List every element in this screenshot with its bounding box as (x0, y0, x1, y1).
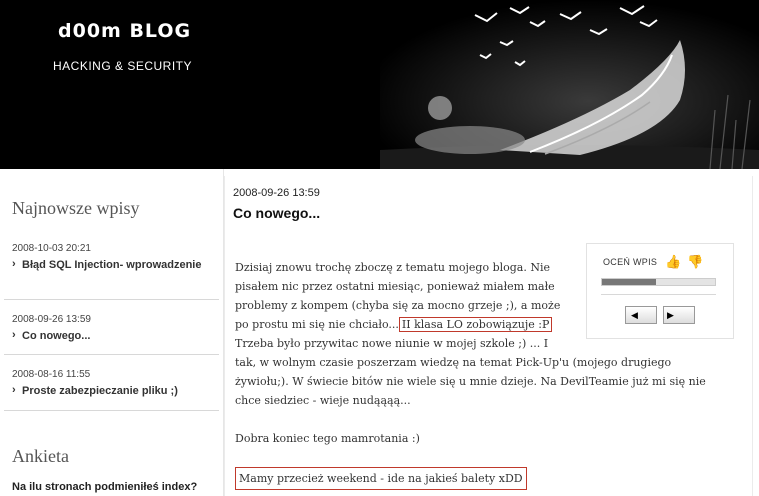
post-text: po prostu mi się nie chciało... (235, 318, 399, 331)
recent-posts-heading: Najnowsze wpisy (12, 198, 140, 218)
post-line: pisałem nic przez ostatni miesiąc, ponie… (235, 280, 555, 293)
divider (4, 354, 219, 355)
highlighted-text: II klasa LO zobowiązuje :P (398, 317, 553, 332)
recent-post-date: 2008-08-16 11:55 (12, 369, 91, 380)
recent-post-item: 2008-08-16 11:55 Proste zabezpieczanie p… (12, 369, 219, 399)
post-line: Mamy przecież weekend - ide na jakieś ba… (235, 467, 725, 490)
blog-header: d00m BLOG HACKING & SECURITY (0, 0, 759, 169)
divider (4, 410, 219, 411)
recent-post-link[interactable]: Proste zabezpieczanie pliku ;) (12, 383, 219, 399)
sidebar: Najnowsze wpisy 2008-10-03 20:21 Błąd SQ… (0, 169, 224, 496)
post-line: Trzeba było przywitac nowe niunie w moje… (235, 337, 549, 350)
post-date: 2008-09-26 13:59 (233, 187, 320, 199)
recent-post-link[interactable]: Błąd SQL Injection- wprowadzenie (12, 257, 219, 273)
post-line: Dzisiaj znowu trochę zboczę z tematu moj… (235, 261, 551, 274)
post-line: chce siedziec - wieje nudąąąą... (235, 394, 411, 407)
recent-post-date: 2008-09-26 13:59 (12, 314, 91, 325)
post-line: żywiołu;). W świecie bitów nie wiele się… (235, 375, 706, 388)
post-body: Dzisiaj znowu trochę zboczę z tematu moj… (235, 258, 725, 490)
post-line: Dobra koniec tego mamrotania :) (235, 432, 420, 445)
post-line: po prostu mi się nie chciało... II klasa … (235, 315, 725, 334)
highlighted-text: Mamy przecież weekend - ide na jakieś ba… (235, 467, 527, 490)
post-line: tak, w wolnym czasie poszerzam wiedzę na… (235, 356, 672, 369)
poll-question: Na ilu stronach podmieniłeś index? (12, 481, 198, 493)
post-content: 2008-09-26 13:59 Co nowego... OCEŃ WPIS … (224, 176, 753, 496)
post-line: problemy z kompem (chyba się za mocno gr… (235, 299, 561, 312)
divider (4, 299, 219, 300)
poll-heading: Ankieta (12, 446, 69, 466)
blog-title[interactable]: d00m BLOG (58, 20, 191, 42)
recent-post-item: 2008-09-26 13:59 Co nowego... (12, 314, 219, 344)
recent-post-link[interactable]: Co nowego... (12, 328, 219, 344)
recent-post-date: 2008-10-03 20:21 (12, 243, 91, 254)
blog-subtitle: HACKING & SECURITY (53, 59, 193, 73)
header-artwork (380, 0, 759, 169)
post-title[interactable]: Co nowego... (233, 205, 320, 221)
recent-post-item: 2008-10-03 20:21 Błąd SQL Injection- wpr… (12, 243, 219, 273)
